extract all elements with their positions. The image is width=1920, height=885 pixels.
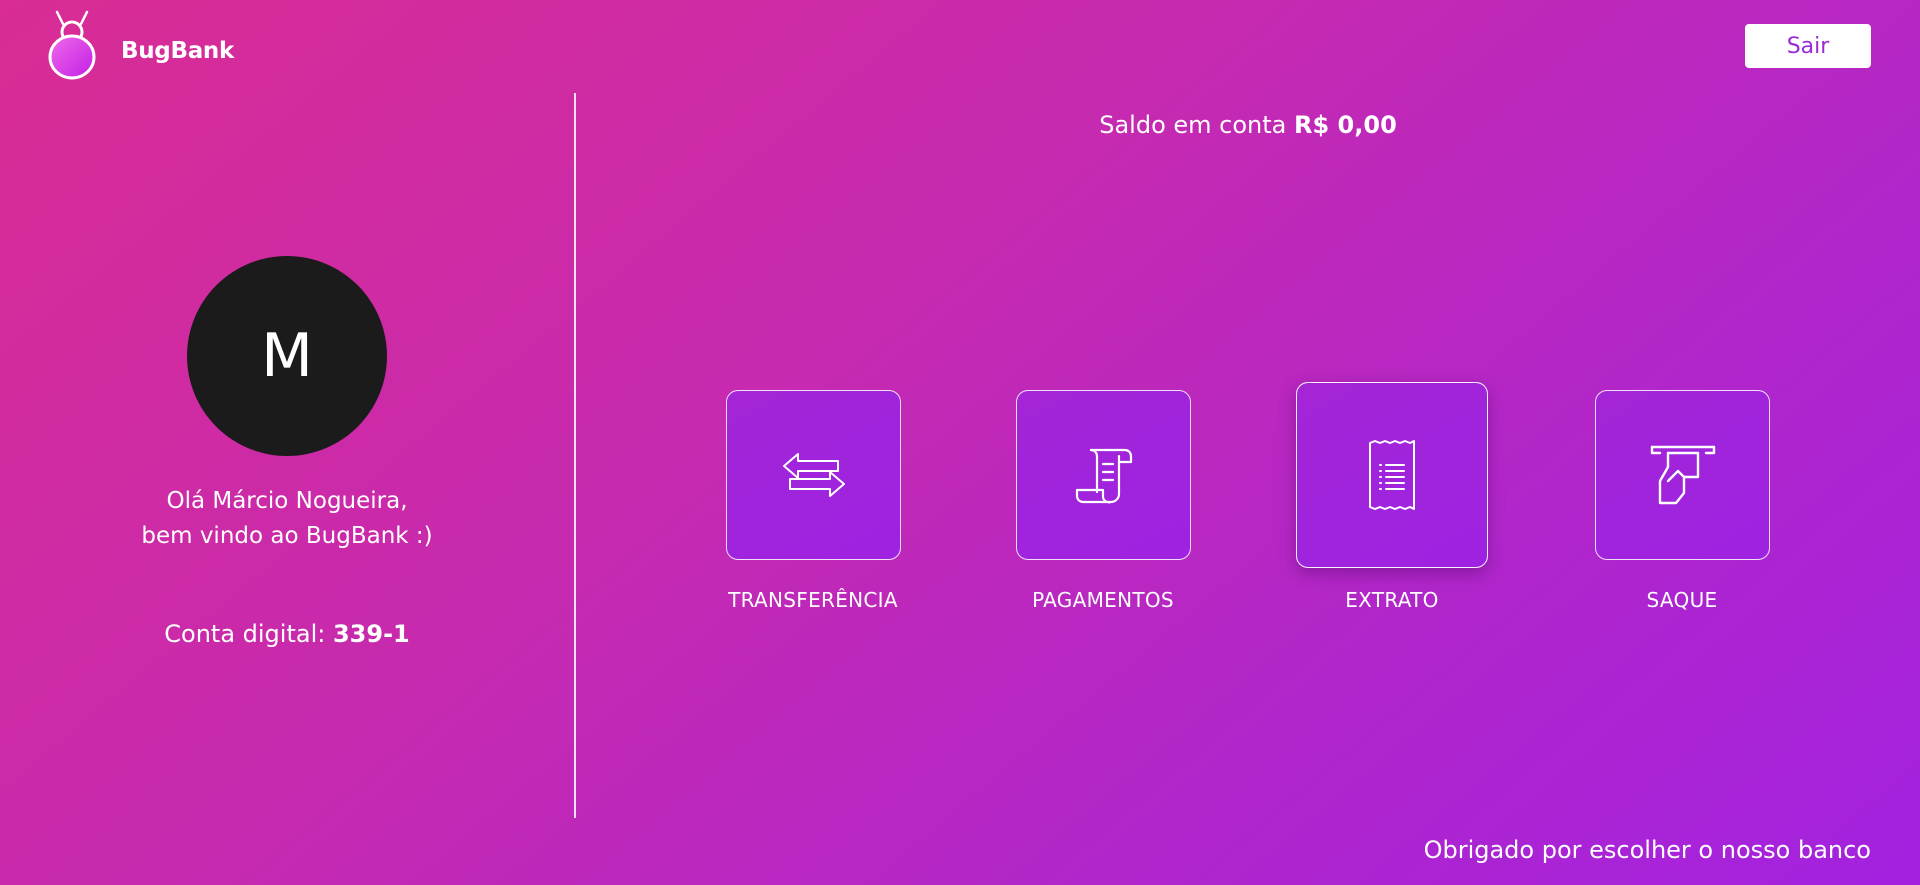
footer-message: Obrigado por escolher o nosso banco: [1423, 836, 1871, 864]
cash-withdraw-icon: [1650, 445, 1715, 505]
bug-logo-icon: [48, 10, 96, 80]
greeting-name: Olá Márcio Nogueira,: [166, 488, 408, 514]
account-number: 339-1: [332, 620, 410, 648]
balance-value: R$ 0,00: [1294, 111, 1397, 139]
account-label: Conta digital:: [164, 620, 326, 648]
avatar: M: [187, 256, 387, 456]
statement-label: EXTRATO: [1345, 588, 1439, 612]
balance-display: Saldo em conta R$ 0,00: [576, 111, 1920, 139]
transfer-label: TRANSFERÊNCIA: [728, 588, 898, 612]
balance-label: Saldo em conta: [1099, 111, 1287, 139]
transfer-arrows-icon: [782, 453, 845, 497]
withdraw-button[interactable]: [1595, 390, 1770, 560]
payment-scroll-icon: [1075, 448, 1132, 504]
payments-label: PAGAMENTOS: [1032, 588, 1174, 612]
payments-button[interactable]: [1016, 390, 1191, 560]
brand-name: BugBank: [121, 38, 234, 64]
withdraw-label: SAQUE: [1646, 588, 1718, 612]
logout-button[interactable]: Sair: [1745, 24, 1871, 68]
receipt-icon: [1369, 440, 1415, 510]
statement-button[interactable]: [1296, 382, 1488, 568]
greeting-welcome: bem vindo ao BugBank :): [141, 523, 433, 549]
transfer-button[interactable]: [726, 390, 901, 560]
vertical-divider: [574, 93, 576, 818]
account-info: Conta digital: 339-1: [0, 620, 574, 648]
bugbank-logo[interactable]: [47, 10, 101, 80]
avatar-initial: M: [261, 321, 313, 391]
